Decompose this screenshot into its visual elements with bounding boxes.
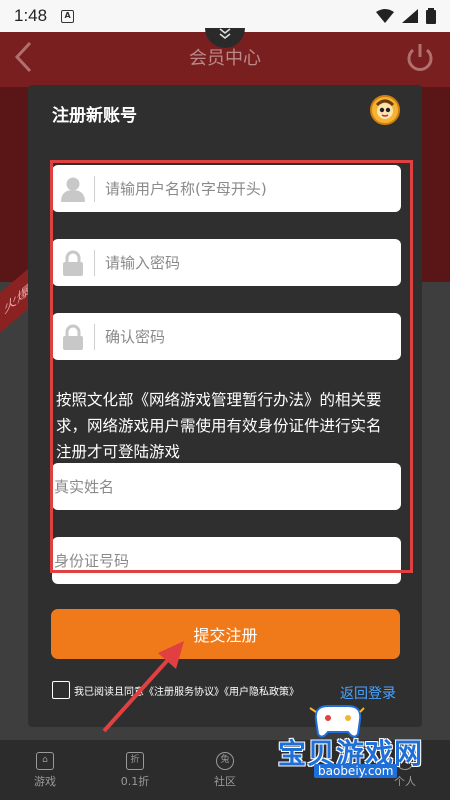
highlight-frame [50, 160, 413, 573]
dialog-title: 注册新账号 [52, 106, 137, 126]
nav-label: 社区 [214, 774, 236, 788]
watermark: 宝贝游戏网 baobeiy.com [270, 700, 448, 780]
status-time: 1:48 [14, 6, 48, 25]
discount-icon: 折 [126, 751, 144, 770]
rabbit-icon: 兔 [216, 751, 234, 770]
background-title: 会员中心 [189, 48, 261, 69]
mascot-icon [375, 99, 395, 119]
agreement-checkbox[interactable] [52, 681, 70, 699]
power-icon[interactable] [404, 40, 436, 74]
home-icon: ⌂ [36, 751, 54, 770]
watermark-url: baobeiy.com [314, 764, 398, 778]
nav-item-games[interactable]: ⌂ 游戏 [0, 740, 90, 800]
arrow-annotation-icon [102, 641, 184, 733]
nav-item-community[interactable]: 兔 社区 [180, 740, 270, 800]
notification-icon: A [61, 9, 75, 23]
battery-icon [426, 8, 436, 24]
nav-label: 0.1折 [120, 774, 150, 788]
chevron-down-icon [219, 28, 231, 40]
wifi-icon [376, 9, 394, 23]
register-dialog: 注册新账号 请输用户名称(字母开头) 请输入密码 确认密码 按照文化部《网络游戏… [28, 85, 422, 727]
status-icons [376, 8, 436, 24]
avatar [370, 95, 400, 125]
nav-label: 游戏 [34, 774, 56, 788]
nav-item-discount[interactable]: 折 0.1折 [90, 740, 180, 800]
signal-icon [402, 9, 418, 23]
